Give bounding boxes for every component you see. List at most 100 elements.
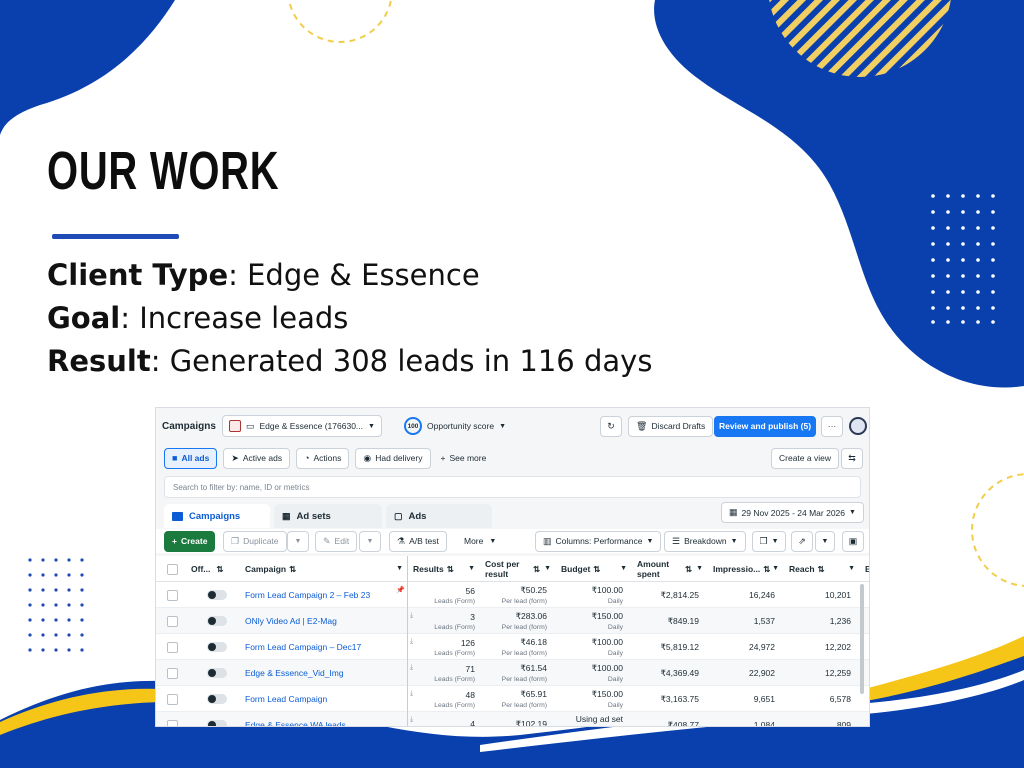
filter-actions[interactable]: ◔ Actions [296, 447, 350, 469]
campaign-name[interactable]: ONly Video Ad | E2-Mag [245, 616, 401, 626]
campaign-name[interactable]: Form Lead Campaign [245, 694, 401, 704]
campaign-toggle[interactable] [207, 590, 227, 600]
col-impressions[interactable]: Impressio... ⇅ ▼ [708, 556, 784, 582]
ab-test-button[interactable]: ⚗ A/B test [389, 530, 447, 552]
campaign-name-cell[interactable]: Form Lead Campaign [240, 686, 406, 712]
row-checkbox[interactable] [167, 615, 178, 627]
campaign-name[interactable]: Edge & Essence WA leads [245, 720, 401, 726]
table-scrollbar[interactable] [860, 584, 864, 694]
reports-dropdown[interactable]: ❒ ▼ [752, 530, 786, 552]
ab-test-label: A/B test [409, 536, 439, 546]
results-value: 3 [470, 611, 475, 622]
opportunity-score[interactable]: 100 Opportunity score ▼ [404, 417, 506, 435]
col-e[interactable]: E [860, 556, 869, 582]
pin-icon: 📌 [396, 587, 405, 594]
table-row[interactable]: ONly Video Ad | E2-Mag 3 Leads (Form) ₹283.… [156, 608, 869, 634]
table-row[interactable]: Edge & Essence WA leads 4 ₹102.19 Using ad … [156, 712, 869, 727]
info-label: Result [47, 344, 151, 378]
row-checkbox[interactable] [167, 693, 178, 705]
select-all-checkbox[interactable] [162, 556, 183, 582]
col-label: Results [413, 564, 444, 574]
campaign-name-cell[interactable]: Form Lead Campaign 2 – Feb 23 [240, 582, 406, 608]
table-row[interactable]: Form Lead Campaign – Dec17 126 Leads (Form… [156, 634, 869, 660]
chart-button[interactable]: ▣ [842, 530, 864, 552]
cpr-sub: Per lead (form) [501, 702, 547, 709]
campaign-name-cell[interactable]: Edge & Essence_Vid_Img [240, 660, 406, 686]
view-settings-button[interactable]: ⇆ [841, 447, 863, 469]
refresh-button[interactable]: ↻ [600, 415, 622, 437]
profile-avatar[interactable] [849, 417, 867, 435]
row-checkbox[interactable] [167, 667, 178, 679]
campaign-toggle[interactable] [207, 668, 227, 678]
table-row[interactable]: Form Lead Campaign 2 – Feb 23 56 Leads (Fo… [156, 582, 869, 608]
tab-ad-sets[interactable]: ▦ Ad sets [274, 504, 382, 528]
reach-cell: 6,578 [784, 686, 856, 712]
filter-had-delivery[interactable]: ◉ Had delivery [355, 447, 431, 469]
budget-value: ₹150.00 [591, 689, 623, 699]
campaign-toggle[interactable] [207, 642, 227, 652]
duplicate-dropdown[interactable]: ▼ [287, 530, 309, 552]
table-row[interactable]: Form Lead Campaign 48 Leads (Form) ₹65.91 Pe… [156, 686, 869, 712]
row-checkbox[interactable] [167, 589, 178, 601]
tab-label: Ads [408, 510, 427, 522]
row-checkbox[interactable] [167, 719, 178, 726]
chevron-down-icon: ▼ [489, 537, 497, 545]
column-divider [407, 556, 408, 726]
tab-ads[interactable]: ▢ Ads [386, 504, 492, 528]
campaign-toggle[interactable] [207, 694, 227, 704]
row-checkbox[interactable] [167, 641, 178, 653]
cpr-value: ₹46.18 [520, 637, 547, 647]
col-off[interactable]: Off... ⇅ [186, 556, 236, 582]
account-selector[interactable]: ▭ Edge & Essence (176630... ▼ [222, 415, 382, 437]
columns-dropdown[interactable]: ▥ Columns: Performance ▼ [535, 530, 662, 552]
campaign-toggle[interactable] [207, 720, 227, 726]
plus-icon: + [172, 536, 177, 546]
campaign-name[interactable]: Edge & Essence_Vid_Img [245, 668, 401, 678]
col-campaign[interactable]: Campaign ⇅ ▼ [240, 556, 408, 582]
export-dropdown[interactable]: ▼ [815, 530, 835, 552]
export-button[interactable]: ⇗ [791, 530, 813, 552]
search-input[interactable]: Search to filter by: name, ID or metrics [164, 476, 861, 498]
col-results[interactable]: Results ⇅ ▼ [408, 556, 480, 582]
col-reach[interactable]: Reach ⇅ ▼ [784, 556, 860, 582]
budget-cell: ₹100.00 Daily [556, 634, 628, 660]
col-budget[interactable]: Budget ⇅ ▼ [556, 556, 632, 582]
reach-value: 809 [836, 720, 851, 727]
filter-label: Actions [313, 453, 342, 463]
app-title: Campaigns [162, 420, 216, 432]
campaign-name-cell[interactable]: ONly Video Ad | E2-Mag [240, 608, 406, 634]
create-button[interactable]: + Create [164, 530, 216, 552]
results-sub: Leads (Form) [434, 623, 475, 631]
table-row[interactable]: Edge & Essence_Vid_Img 71 Leads (Form) ₹61.… [156, 660, 869, 686]
toggle-cell [202, 712, 232, 726]
breakdown-dropdown[interactable]: ☰ Breakdown ▼ [664, 530, 746, 552]
create-view-button[interactable]: Create a view [771, 447, 839, 469]
col-cost-per-result[interactable]: Cost per result ⇅ ▼ [480, 556, 556, 582]
tab-campaigns[interactable]: Campaigns [164, 504, 270, 528]
date-range-picker[interactable]: ▦ 29 Nov 2025 - 24 Mar 2026 ▼ [721, 502, 864, 523]
reach-cell: 10,201 [784, 582, 856, 608]
columns-icon: ▥ [543, 535, 552, 546]
campaign-name-cell[interactable]: Form Lead Campaign – Dec17 [240, 634, 406, 660]
campaign-name[interactable]: Form Lead Campaign – Dec17 [245, 642, 401, 652]
review-publish-button[interactable]: Review and publish (5) [714, 415, 816, 437]
col-label: E [865, 564, 869, 574]
filter-all-ads[interactable]: ■ All ads [164, 447, 218, 469]
more-dropdown[interactable]: More ▼ [464, 536, 496, 546]
filter-active-ads[interactable]: ➤ Active ads [223, 447, 291, 469]
discard-drafts-button[interactable]: 🗑 Discard Drafts [628, 415, 714, 437]
campaign-name-cell[interactable]: Edge & Essence WA leads [240, 712, 406, 726]
edit-button[interactable]: ✎ Edit [315, 530, 358, 552]
campaign-name[interactable]: Form Lead Campaign 2 – Feb 23 [245, 590, 401, 600]
cpr-value: ₹50.25 [520, 585, 547, 595]
filter-see-more[interactable]: + See more [441, 453, 487, 463]
col-amount-spent[interactable]: Amount spent ⇅ ▼ [632, 556, 708, 582]
edit-dropdown[interactable]: ▼ [359, 530, 381, 552]
sort-icon: ⇅ [216, 564, 224, 574]
checkbox[interactable] [167, 563, 178, 575]
duplicate-icon: ❐ [231, 535, 240, 546]
campaign-toggle[interactable] [207, 616, 227, 626]
more-options-button[interactable]: ··· [821, 415, 843, 437]
duplicate-button[interactable]: ❐ Duplicate [223, 530, 287, 552]
filter-label: Active ads [242, 453, 283, 463]
